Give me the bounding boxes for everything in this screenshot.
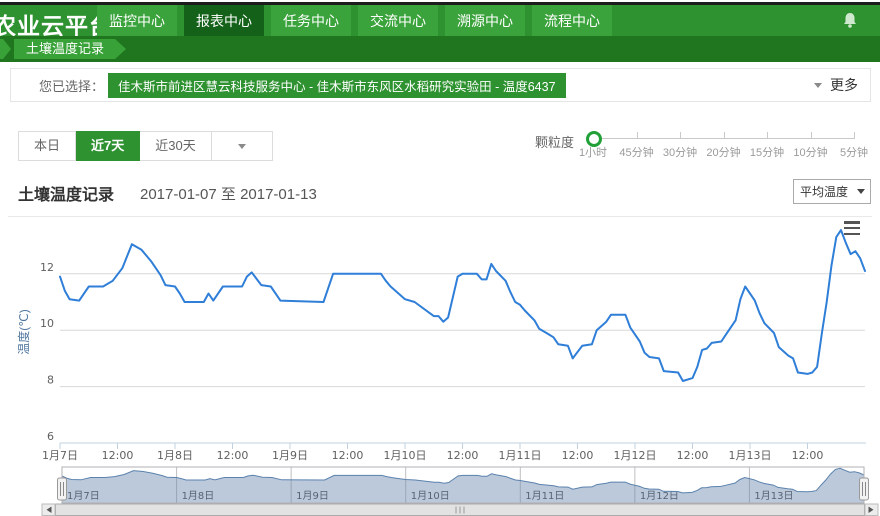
y-axis-label: 12 [40, 261, 54, 274]
x-axis-label: 12:00 [677, 449, 709, 462]
metric-select[interactable]: 平均温度 [793, 179, 871, 204]
x-axis-label: 1月7日 [42, 449, 78, 462]
top-navigation-bar: 农业云平台 监控中心 报表中心 任务中心 交流中心 溯源中心 流程中心 [0, 5, 880, 36]
slider-tick [637, 132, 638, 139]
slider-tick [724, 132, 725, 139]
navigator-handle-right[interactable] [860, 478, 869, 500]
granularity-slider: 颗粒度 1小时 45分钟 30分钟 20分钟 15分钟 10分钟 5分钟 [535, 124, 870, 164]
x-axis-label: 1月13日 [729, 449, 772, 462]
y-axis-label: 6 [47, 430, 54, 443]
menu-item-process[interactable]: 流程中心 [532, 5, 612, 36]
bell-icon[interactable] [842, 12, 858, 29]
date-range-buttons: 本日 近7天 近30天 [18, 131, 273, 161]
slider-tick [680, 132, 681, 139]
slider-option[interactable]: 5分钟 [832, 144, 876, 160]
x-axis-label: 1月8日 [157, 449, 193, 462]
menu-item-monitor[interactable]: 监控中心 [97, 5, 177, 36]
menu-item-communication[interactable]: 交流中心 [358, 5, 438, 36]
slider-option[interactable]: 45分钟 [615, 144, 659, 160]
caret-down-icon [238, 144, 246, 149]
selection-bar: 您已选择： 佳木斯市前进区慧云科技服务中心 - 佳木斯市东风区水稻研究实验田 -… [10, 68, 871, 102]
slider-option[interactable]: 15分钟 [745, 144, 789, 160]
temperature-chart: 12 10 8 6 1月7日 12:00 1月8日 12:00 1月9日 12:00 1月10日 12… [0, 216, 880, 516]
slider-tick [767, 132, 768, 139]
granularity-label: 颗粒度 [535, 132, 574, 151]
range-button-7days[interactable]: 近7天 [76, 131, 140, 161]
more-button[interactable]: 更多 [814, 69, 858, 101]
breadcrumb-current[interactable]: 土壤温度记录 [14, 39, 126, 59]
x-axis-label: 1月10日 [384, 449, 427, 462]
x-axis-label: 12:00 [562, 449, 594, 462]
slider-tick [811, 132, 812, 139]
y-axis-label: 10 [40, 317, 54, 330]
navigator-area[interactable] [62, 468, 864, 503]
y-axis-label: 8 [47, 374, 54, 387]
report-date-range: 2017-01-07 至 2017-01-13 [140, 183, 317, 204]
breadcrumb-arrow-icon [0, 39, 11, 59]
caret-down-icon [814, 83, 822, 88]
menu-item-reports[interactable]: 报表中心 [184, 5, 264, 36]
range-button-30days[interactable]: 近30天 [140, 131, 211, 161]
x-axis-label: 12:00 [447, 449, 479, 462]
slider-tick [854, 132, 855, 139]
breadcrumb-bar: 土壤温度记录 [0, 36, 880, 62]
main-menu: 监控中心 报表中心 任务中心 交流中心 溯源中心 流程中心 [97, 5, 619, 36]
caret-down-icon [857, 189, 865, 194]
range-dropdown-button[interactable] [212, 131, 273, 161]
x-axis-label: 12:00 [217, 449, 249, 462]
x-axis-label: 12:00 [102, 449, 134, 462]
slider-option[interactable]: 20分钟 [702, 144, 746, 160]
report-title: 土壤温度记录 [18, 181, 114, 205]
chart-export-menu-icon[interactable] [844, 221, 862, 235]
slider-option[interactable]: 30分钟 [658, 144, 702, 160]
selected-device-tag[interactable]: 佳木斯市前进区慧云科技服务中心 - 佳木斯市东风区水稻研究实验田 - 温度643… [108, 73, 566, 98]
menu-item-traceability[interactable]: 溯源中心 [445, 5, 525, 36]
temperature-line [60, 230, 865, 381]
x-axis-label: 12:00 [332, 449, 364, 462]
slider-handle[interactable] [586, 131, 602, 147]
menu-item-tasks[interactable]: 任务中心 [271, 5, 351, 36]
selection-label: 您已选择： [39, 76, 104, 95]
x-axis-label: 1月12日 [614, 449, 657, 462]
page: 农业云平台 监控中心 报表中心 任务中心 交流中心 溯源中心 流程中心 土壤温度… [0, 0, 880, 516]
range-button-today[interactable]: 本日 [18, 131, 76, 161]
x-axis-label: 1月9日 [272, 449, 308, 462]
navigator-handle-left[interactable] [58, 478, 67, 500]
slider-option[interactable]: 10分钟 [789, 144, 833, 160]
x-axis-label: 1月11日 [499, 449, 542, 462]
x-axis-label: 12:00 [792, 449, 824, 462]
y-axis-title: 温度(℃) [17, 272, 31, 392]
